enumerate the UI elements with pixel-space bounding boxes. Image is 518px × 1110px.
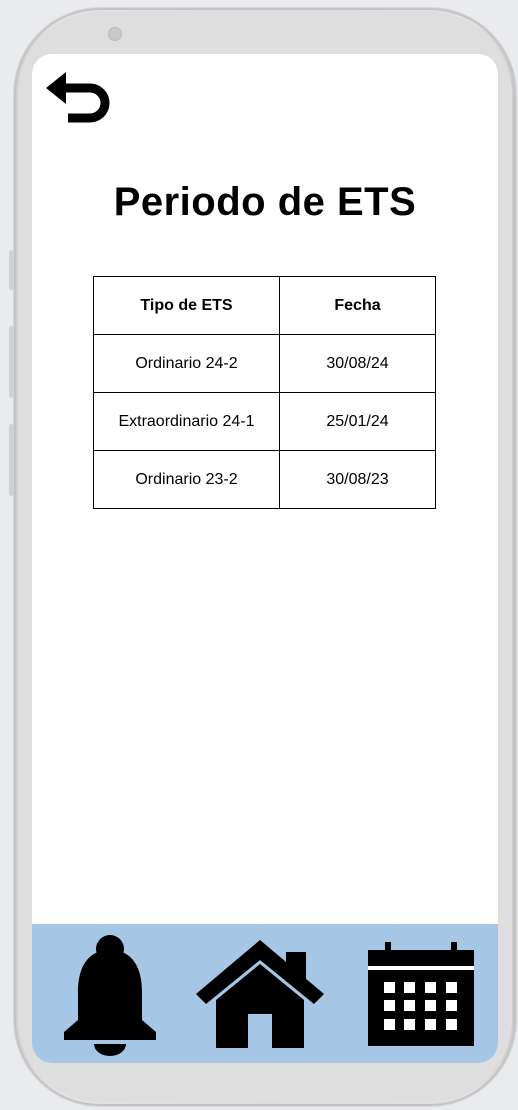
- home-icon: [196, 940, 324, 1048]
- bottom-navigation-bar: [32, 924, 498, 1063]
- calendar-button[interactable]: [368, 942, 476, 1046]
- ets-type-cell: Ordinario 24-2: [93, 334, 280, 393]
- column-header-tipo: Tipo de ETS: [93, 276, 280, 335]
- ets-type-cell: Extraordinario 24-1: [93, 392, 280, 451]
- page-title: Periodo de ETS: [113, 180, 417, 224]
- app-screen: Periodo de ETS Tipo de ETS Fecha Ordinar…: [32, 54, 498, 1063]
- calendar-icon: [368, 942, 474, 1046]
- ets-date-cell: 30/08/23: [279, 450, 436, 509]
- table-header-row: Tipo de ETS Fecha: [93, 276, 436, 335]
- back-button[interactable]: [44, 72, 112, 130]
- home-button[interactable]: [194, 938, 326, 1050]
- table-row: Ordinario 23-2 30/08/23: [93, 450, 436, 509]
- notifications-button[interactable]: [60, 934, 160, 1056]
- power-side-button: [9, 424, 14, 496]
- column-header-fecha: Fecha: [279, 276, 436, 335]
- ets-date-cell: 30/08/24: [279, 334, 436, 393]
- ets-period-table: Tipo de ETS Fecha Ordinario 24-2 30/08/2…: [93, 276, 436, 509]
- ets-type-cell: Ordinario 23-2: [93, 450, 280, 509]
- table-row: Extraordinario 24-1 25/01/24: [93, 392, 436, 451]
- ets-date-cell: 25/01/24: [279, 392, 436, 451]
- bell-icon: [64, 935, 156, 1056]
- volume-down-side-button: [9, 326, 14, 398]
- undo-arrow-icon: [46, 72, 110, 123]
- front-camera: [108, 27, 122, 41]
- volume-up-side-button: [9, 250, 14, 290]
- table-row: Ordinario 24-2 30/08/24: [93, 334, 436, 393]
